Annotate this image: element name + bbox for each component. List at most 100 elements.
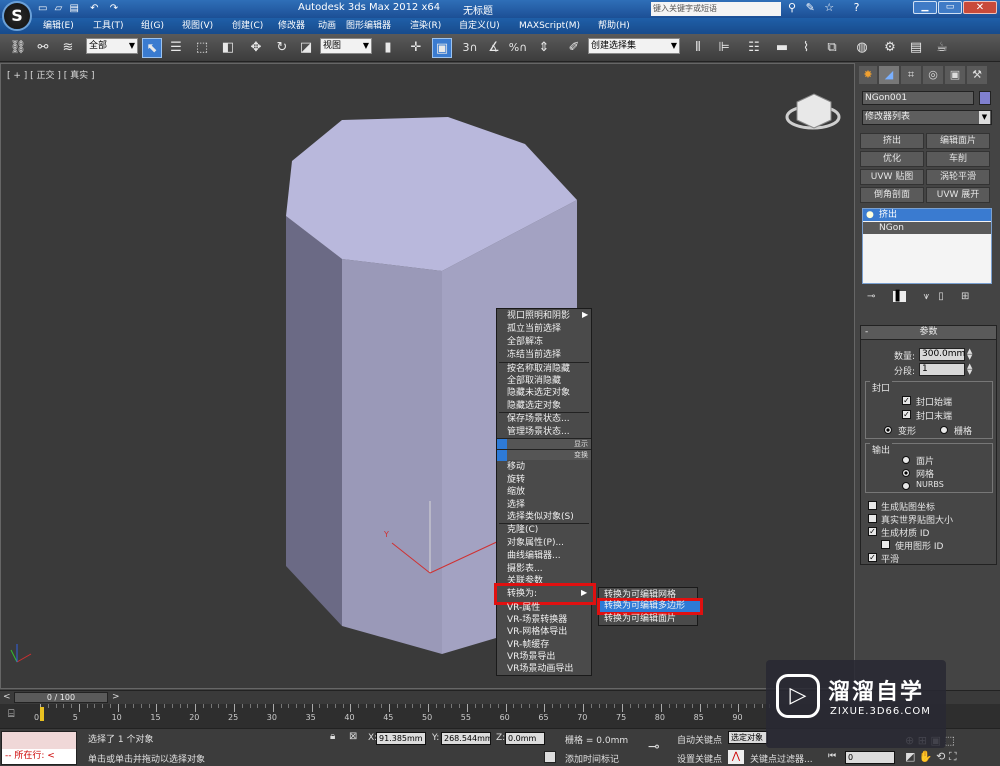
menu-rendering[interactable]: 渲染(R) [410,19,441,33]
use-shape-id-checkbox[interactable] [881,540,890,549]
bind-spacewarp-icon[interactable]: ≋ [58,38,78,58]
menu-item-save-scene-state[interactable]: 保存场景状态... [497,413,591,426]
menu-graph-editors[interactable]: 图形编辑器 [346,19,391,33]
make-unique-icon[interactable]: ⩛ [923,291,929,302]
menu-item-vr-properties[interactable]: VR-属性 [497,602,591,615]
manipulate-icon[interactable]: ✛ [406,38,426,58]
stack-item-ngon[interactable]: NGon [863,222,991,234]
minimize-button[interactable]: ▁ [913,1,937,14]
time-slider[interactable]: 0 / 100 [14,692,108,703]
set-key-button[interactable]: 设置关键点 [677,752,722,765]
help-icon[interactable]: ? [854,1,860,14]
x-coord-field[interactable]: 91.385mm [376,732,426,745]
reference-coord-dropdown[interactable]: 视图 ▼ [320,38,372,54]
cap-start-checkbox[interactable]: ✓ [902,396,911,405]
mod-button-bevel-profile[interactable]: 倒角剖面 [860,187,924,203]
undo-icon[interactable]: ↶ [90,3,98,14]
menu-item-select[interactable]: 选择 [497,499,591,512]
cap-end-checkbox[interactable]: ✓ [902,410,911,419]
modifier-list-dropdown[interactable]: 修改器列表 ▼ [862,110,992,125]
scale-icon[interactable]: ◪ [296,38,316,58]
smooth-checkbox[interactable]: ✓ [868,553,877,562]
key-selection-dropdown[interactable]: 选定对象 [728,731,768,744]
auto-key-button[interactable]: 自动关键点 [677,733,722,746]
modify-tab-icon[interactable]: ◢ [879,66,899,84]
mod-button-edit-patch[interactable]: 编辑面片 [926,133,990,149]
object-color-swatch[interactable] [979,91,991,105]
stack-item-extrude[interactable]: ● 挤出 [863,209,991,221]
menu-item-hide-selected[interactable]: 隐藏选定对象 [497,400,591,413]
graphite-icon[interactable]: ▬ [772,38,792,58]
mirror-icon[interactable]: ⫴ [688,38,708,58]
rect-region-icon[interactable]: ⬚ [192,38,212,58]
hierarchy-tab-icon[interactable]: ⌗ [901,66,921,84]
display-tab-icon[interactable]: ▣ [945,66,965,84]
menu-item-freeze[interactable]: 冻结当前选择 [497,349,591,362]
selection-lock-icon[interactable]: 🔒︎ [330,731,335,742]
y-coord-field[interactable]: 268.544mm [441,732,491,745]
pan-icon[interactable]: ✋ [919,750,933,763]
save-file-icon[interactable]: ▤ [70,3,79,14]
key-mode-icon[interactable]: ⋀ [728,750,744,764]
menu-tools[interactable]: 工具(T) [93,19,124,33]
menu-item-viewport-lighting[interactable]: 视口照明和阴影 [497,310,591,323]
create-tab-icon[interactable]: ✸ [859,66,877,84]
segments-spinner[interactable]: 1 [919,363,965,376]
menu-item-vr-mesh-export[interactable]: VR-网格体导出 [497,626,591,639]
new-file-icon[interactable]: ▭ [38,3,47,14]
key-icon[interactable]: ⊸ [648,739,660,755]
object-name-field[interactable]: NGon001 [862,91,974,105]
menu-item-scale[interactable]: 缩放 [497,486,591,499]
menu-group[interactable]: 组(G) [141,19,164,33]
binoculars-icon[interactable]: ⚲ [788,1,796,14]
select-object-icon[interactable]: ⬉ [142,38,162,58]
menu-item-move[interactable]: 移动 [497,461,591,474]
menu-item-object-properties[interactable]: 对象属性(P)... [497,537,591,550]
spinner-snap-icon[interactable]: ⇕ [534,38,554,58]
submenu-item-editable-poly[interactable]: 转换为可编辑多边形 [601,600,697,613]
link-icon[interactable]: ⛓ [8,38,28,58]
menu-modifiers[interactable]: 修改器 [278,19,305,33]
add-time-tag-label[interactable]: 添加时间标记 [565,752,619,765]
menu-item-vr-scene-export[interactable]: VR场景导出 [497,651,591,664]
nurbs-radio[interactable] [902,482,910,490]
morph-radio[interactable] [884,426,892,434]
menu-item-clone[interactable]: 克隆(C) [497,524,591,537]
parameters-header[interactable]: - 参数 [861,326,996,340]
render-setup-icon[interactable]: ⚙ [880,38,900,58]
menu-item-manage-scene-state[interactable]: 管理场景状态... [497,426,591,439]
select-by-name-icon[interactable]: ☰ [166,38,186,58]
material-editor-icon[interactable]: ◍ [852,38,872,58]
snap-3d-icon[interactable]: 3∩ [460,38,480,58]
selection-filter-dropdown[interactable]: 全部 ▼ [86,38,138,54]
menu-item-unfreeze-all[interactable]: 全部解冻 [497,336,591,349]
gen-map-coords-checkbox[interactable] [868,501,877,510]
layer-manager-icon[interactable]: ☷ [744,38,764,58]
schematic-view-icon[interactable]: ⧉ [822,38,842,58]
add-time-tag-icon[interactable] [544,751,556,763]
keyboard-shortcut-icon[interactable]: ▣ [432,38,452,58]
angle-snap-icon[interactable]: ∡ [484,38,504,58]
rotate-icon[interactable]: ↻ [272,38,292,58]
rendered-frame-icon[interactable]: ▤ [906,38,926,58]
pin-stack-icon[interactable]: ⊸ [867,291,875,302]
frame-marker[interactable] [40,707,44,721]
grid-radio[interactable] [940,426,948,434]
app-logo-icon[interactable]: S [2,1,32,31]
mod-button-lathe[interactable]: 车削 [926,151,990,167]
open-file-icon[interactable]: ▱ [55,3,63,14]
maxscript-listener[interactable]: -- 所在行: < [1,731,77,765]
mod-button-uvw-map[interactable]: UVW 贴图 [860,169,924,185]
time-next-arrow[interactable]: > [112,692,120,702]
patch-radio[interactable] [902,456,910,464]
current-frame-field[interactable]: 0 [845,751,895,764]
tools-icon[interactable]: ✎ [806,1,815,14]
menu-item-dope-sheet[interactable]: 摄影表... [497,563,591,576]
pivot-center-icon[interactable]: ▮ [378,38,398,58]
amount-spinner-arrows[interactable]: ▲ ▼ [967,348,972,361]
perspective-viewport[interactable]: [ + ] [ 正交 ] [ 真实 ] Y [0,63,855,689]
menu-item-rotate[interactable]: 旋转 [497,474,591,487]
remove-modifier-icon[interactable]: ▯ [938,291,944,302]
maximize-viewport-icon[interactable]: ⛶ [949,750,957,763]
fov-icon[interactable]: ◩ [905,750,915,763]
